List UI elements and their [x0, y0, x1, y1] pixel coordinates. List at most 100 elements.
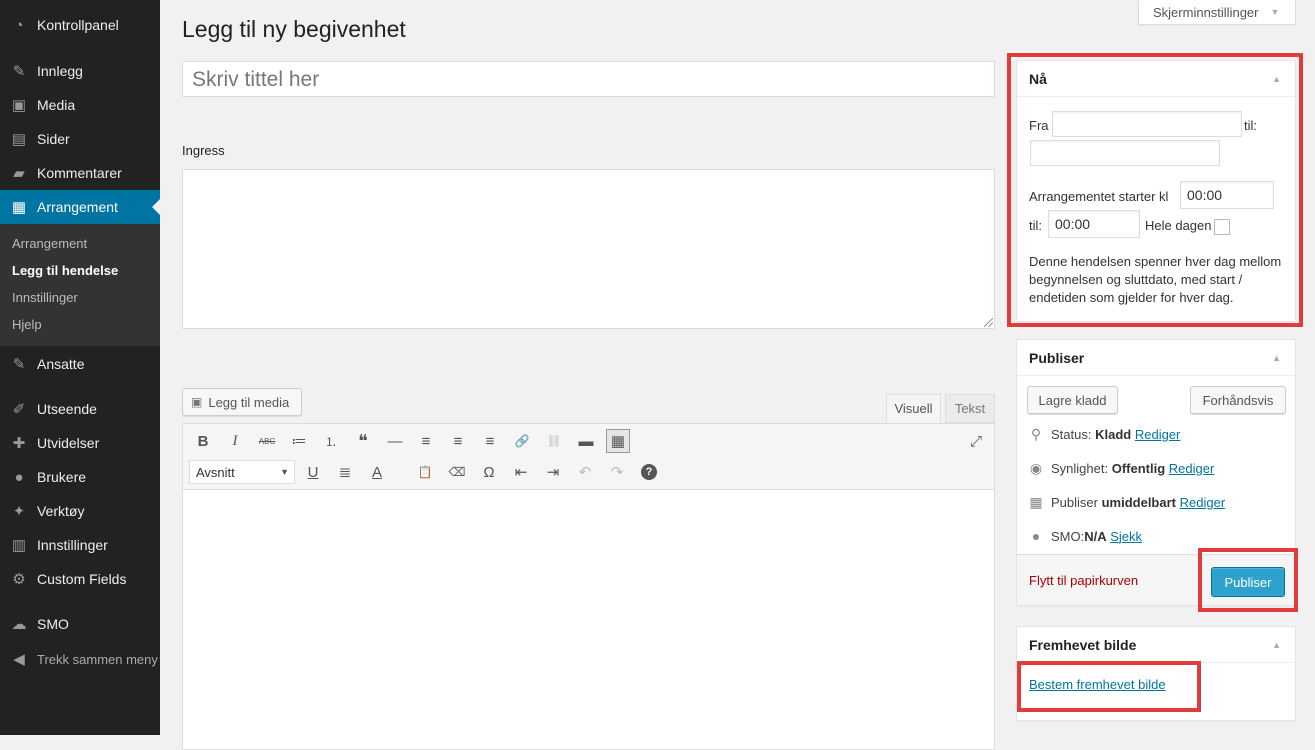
sidebar-item-media[interactable]: ▣ Media — [0, 88, 160, 122]
collapse-menu[interactable]: ◀ Trekk sammen meny — [0, 642, 160, 676]
sidebar-item-employees[interactable]: ✎ Ansatte — [0, 347, 160, 381]
screen-options-button[interactable]: Skjerminnstillinger ▼ — [1138, 0, 1296, 25]
media-icon: ▣ — [191, 395, 203, 409]
sidebar-item-label: Arrangement — [37, 199, 118, 215]
sidebar-item-label: Utseende — [37, 401, 97, 417]
ingress-textarea[interactable] — [182, 169, 995, 329]
plugin-icon: ✚ — [12, 435, 26, 452]
add-media-label: Legg til media — [208, 394, 290, 410]
ingress-label: Ingress — [182, 143, 225, 158]
add-media-button[interactable]: ▣ Legg til media — [182, 388, 302, 416]
smo-row: ● SMO: N/A Sjekk — [1027, 528, 1142, 544]
editor-toolbar: B I ABC ≔ ⒈ ❝ — ≡ ≡ ≡ 🔗 ⛓ ▬ ▦ ⤢ Avsnitt ▼… — [182, 423, 995, 490]
edit-schedule-link[interactable]: Rediger — [1180, 495, 1226, 510]
sidebar-item-posts[interactable]: ✎ Innlegg — [0, 54, 160, 88]
settings-icon: ▥ — [11, 537, 27, 554]
indent-button[interactable]: ⇥ — [541, 460, 565, 484]
bold-button[interactable]: B — [191, 429, 215, 453]
screen-options-label: Skjerminnstillinger — [1153, 4, 1259, 20]
italic-button[interactable]: I — [223, 429, 247, 453]
users-icon: ● — [14, 468, 24, 486]
underline-button[interactable]: U — [301, 460, 325, 484]
sidebar-item-arrangement[interactable]: ▦ Arrangement — [0, 190, 160, 224]
title-input[interactable]: Skriv tittel her — [182, 61, 995, 97]
submenu-item-settings[interactable]: Innstillinger — [12, 290, 78, 305]
special-character-button[interactable]: Ω — [477, 460, 501, 484]
toolbar-toggle-button[interactable]: ▦ — [606, 429, 630, 453]
numbered-list-button[interactable]: ⒈ — [319, 429, 343, 453]
strikethrough-button[interactable]: ABC — [255, 429, 279, 453]
trash-link[interactable]: Flytt til papirkurven — [1029, 573, 1138, 588]
link-button[interactable]: 🔗 — [510, 429, 534, 453]
sidebar-item-label: Kontrollpanel — [37, 17, 119, 33]
align-right-button[interactable]: ≡ — [478, 429, 502, 453]
sidebar-item-label: SMO — [37, 616, 69, 632]
sidebar-item-label: Ansatte — [37, 356, 85, 372]
sidebar-item-tools[interactable]: ✦ Verktøy — [0, 494, 160, 528]
dashboard-icon: ◔ — [14, 16, 24, 34]
pin-icon: ⚲ — [1030, 426, 1042, 442]
tab-visual[interactable]: Visuell — [886, 394, 941, 423]
sidebar-item-smo[interactable]: ☁ SMO — [0, 607, 160, 641]
edit-visibility-link[interactable]: Rediger — [1169, 461, 1215, 476]
brush-icon: ✐ — [12, 401, 26, 418]
smo-check-link[interactable]: Sjekk — [1110, 529, 1142, 544]
wrench-icon: ✦ — [12, 503, 26, 520]
sidebar-item-comments[interactable]: ▰ Kommentarer — [0, 156, 160, 190]
blockquote-button[interactable]: ❝ — [351, 429, 375, 453]
submenu-item-help[interactable]: Hjelp — [12, 317, 42, 332]
sidebar-item-plugins[interactable]: ✚ Utvidelser — [0, 426, 160, 460]
justify-button[interactable]: ≣ — [333, 460, 357, 484]
tab-text[interactable]: Tekst — [945, 394, 995, 423]
format-select[interactable]: Avsnitt ▼ — [189, 460, 295, 484]
sidebar-item-appearance[interactable]: ✐ Utseende — [0, 392, 160, 426]
edit-status-link[interactable]: Rediger — [1135, 427, 1181, 442]
paste-text-button[interactable]: 📋 — [413, 460, 437, 484]
publish-metabox-title: Publiser — [1029, 349, 1085, 366]
pin-icon: ✎ — [12, 356, 26, 373]
toggle-arrow-icon[interactable]: ▲ — [1272, 640, 1281, 650]
clear-formatting-button[interactable]: ⌫ — [445, 460, 469, 484]
text-color-button[interactable]: A — [365, 460, 389, 484]
admin-sidebar: ◔ Kontrollpanel ✎ Innlegg ▣ Media ▤ Sider ▰ K… — [0, 0, 160, 735]
horizontal-line-button[interactable]: — — [383, 429, 407, 453]
chevron-down-icon: ▼ — [1270, 7, 1280, 17]
schedule-label: Publiser — [1051, 495, 1098, 510]
toggle-arrow-icon[interactable]: ▲ — [1272, 353, 1281, 363]
featured-image-header[interactable]: Fremhevet bilde ▲ — [1017, 627, 1295, 663]
visibility-value: Offentlig — [1111, 461, 1166, 476]
align-center-button[interactable]: ≡ — [446, 429, 470, 453]
publish-metabox-header[interactable]: Publiser ▲ — [1017, 340, 1295, 376]
read-more-button[interactable]: ▬ — [574, 429, 598, 453]
sidebar-item-label: Verktøy — [37, 503, 85, 519]
status-value: Kladd — [1095, 427, 1132, 442]
undo-button[interactable]: ↶ — [573, 460, 597, 484]
sidebar-item-custom-fields[interactable]: ⚙ Custom Fields — [0, 562, 160, 596]
fullscreen-button[interactable]: ⤢ — [964, 429, 988, 453]
help-button[interactable]: ? — [641, 464, 657, 480]
sidebar-item-users[interactable]: ● Brukere — [0, 460, 160, 494]
sidebar-item-settings[interactable]: ▥ Innstillinger — [0, 528, 160, 562]
page-icon: ▤ — [11, 131, 27, 148]
collapse-icon: ◀ — [13, 651, 25, 668]
save-draft-button[interactable]: Lagre kladd — [1027, 386, 1118, 414]
unlink-button[interactable]: ⛓ — [542, 429, 566, 453]
sidebar-item-dashboard[interactable]: ◔ Kontrollpanel — [0, 8, 160, 42]
highlight-frame — [1198, 548, 1298, 612]
sidebar-item-label: Brukere — [37, 469, 87, 485]
submenu-item-arrangement[interactable]: Arrangement — [12, 236, 87, 251]
sidebar-item-label: Kommentarer — [37, 165, 122, 181]
preview-button[interactable]: Forhåndsvis — [1190, 386, 1286, 414]
resize-grip-icon[interactable] — [984, 318, 993, 327]
align-left-button[interactable]: ≡ — [414, 429, 438, 453]
submenu-item-add-event[interactable]: Legg til hendelse — [12, 263, 118, 278]
bullet-list-button[interactable]: ≔ — [287, 429, 311, 453]
editor-content-area[interactable] — [182, 490, 995, 750]
schedule-value: umiddelbart — [1101, 495, 1176, 510]
outdent-button[interactable]: ⇤ — [509, 460, 533, 484]
status-row: ⚲ Status: Kladd Rediger — [1027, 426, 1181, 443]
schedule-row: ▦ Publiser umiddelbart Rediger — [1027, 494, 1225, 511]
redo-button[interactable]: ↷ — [605, 460, 629, 484]
sidebar-item-pages[interactable]: ▤ Sider — [0, 122, 160, 156]
calendar-icon: ▦ — [11, 199, 27, 216]
